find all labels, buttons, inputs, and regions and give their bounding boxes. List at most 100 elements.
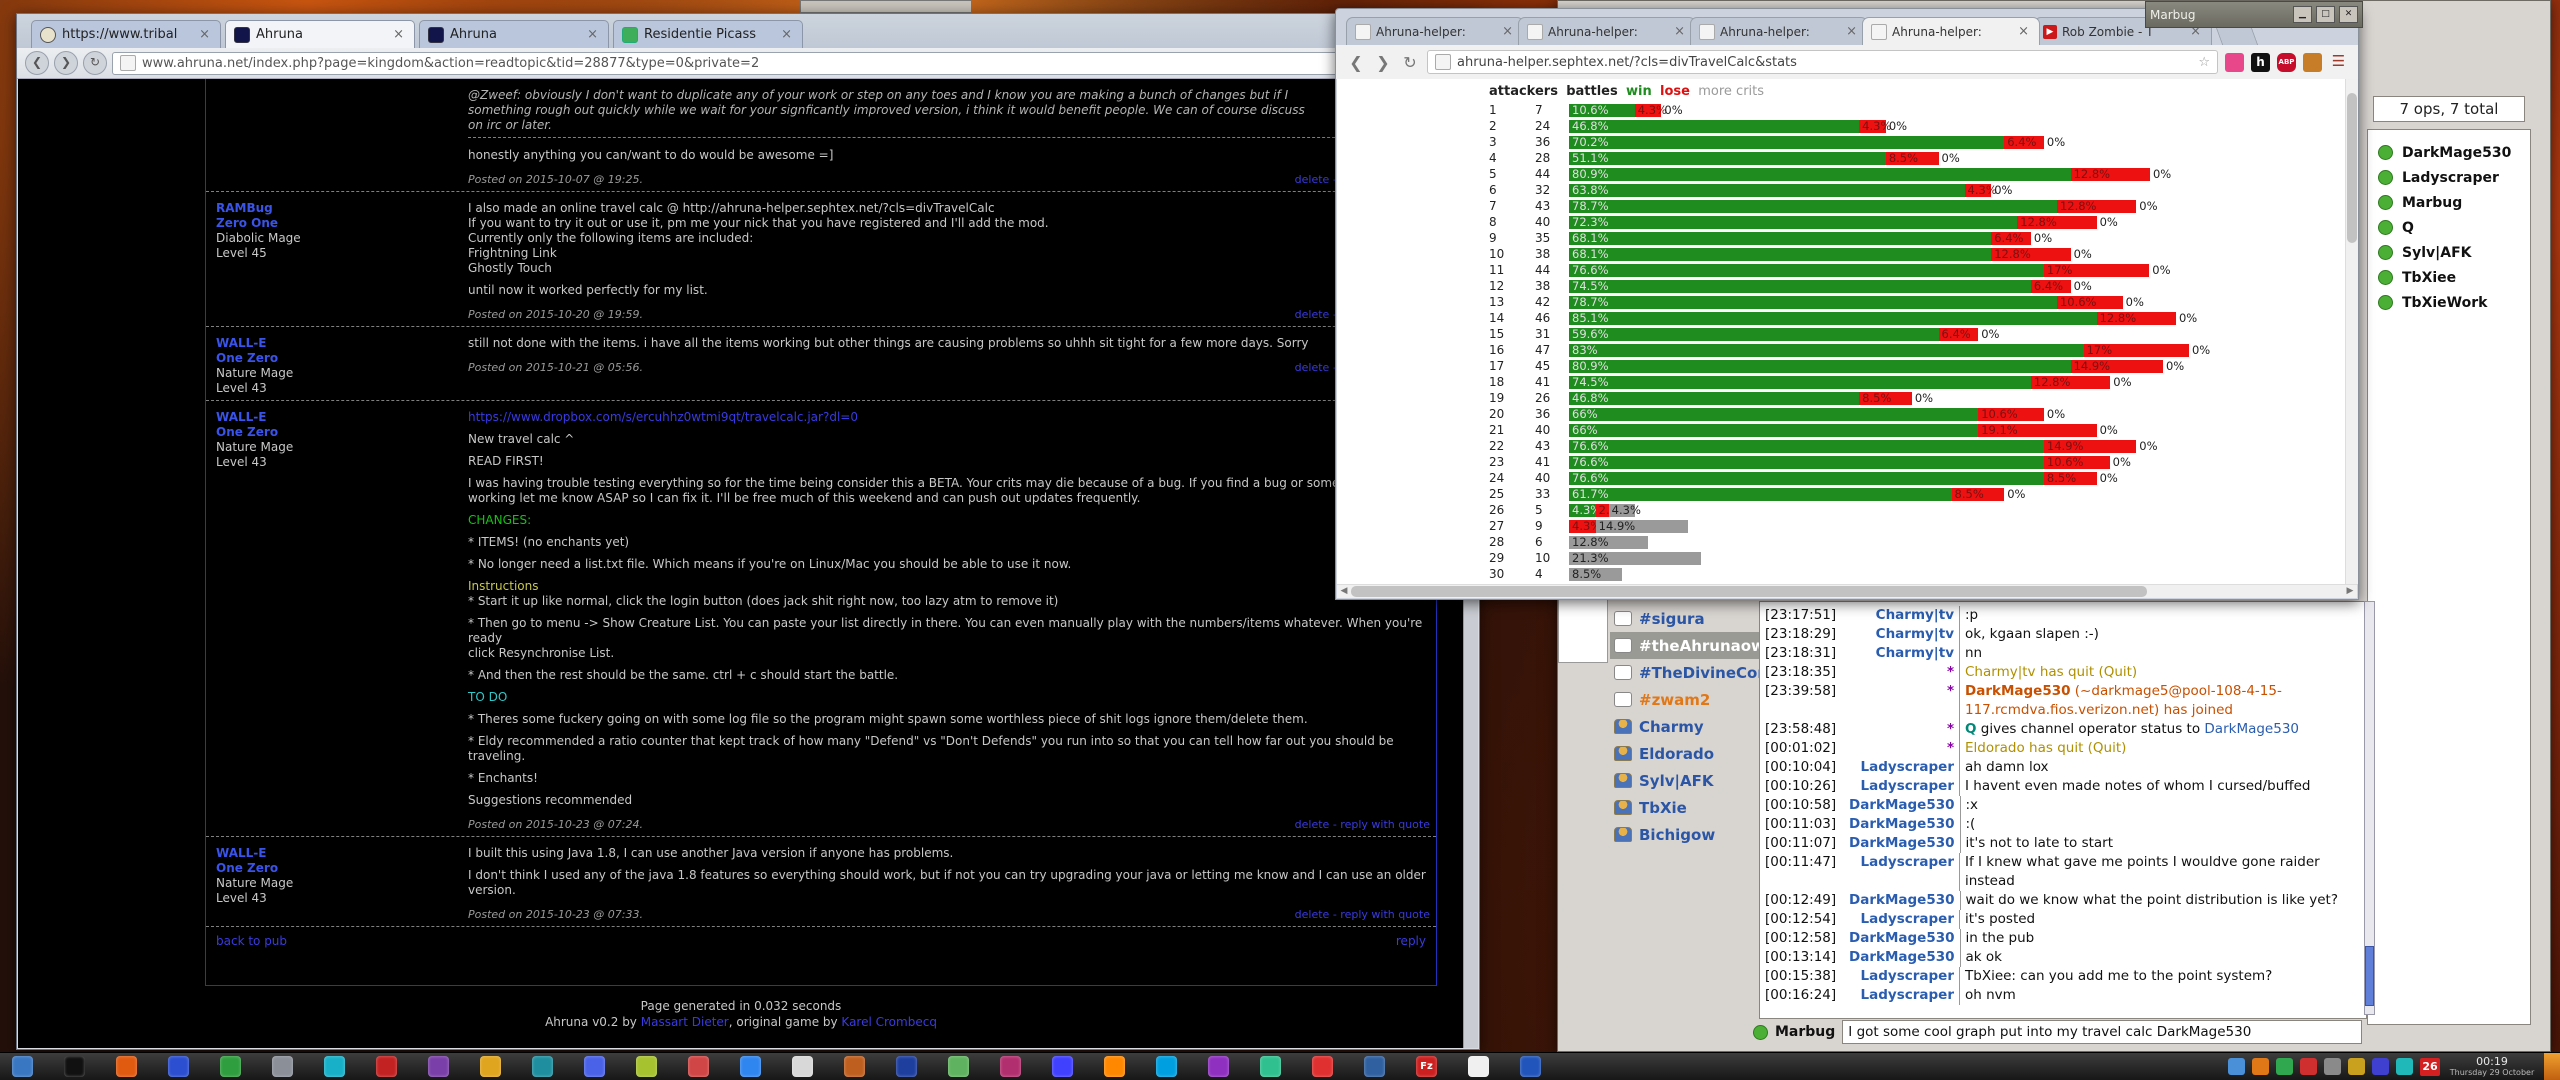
back-button[interactable]: ❮: [1346, 53, 1366, 72]
taskbar-icon[interactable]: [12, 1056, 33, 1077]
author-name[interactable]: WALL-E: [216, 336, 468, 351]
irc-message-input[interactable]: [1842, 1020, 2362, 1044]
taskbar-icon[interactable]: [116, 1056, 137, 1077]
credit-link[interactable]: Massart Dieter: [641, 1015, 729, 1029]
irc-user[interactable]: Ladyscraper: [2368, 165, 2530, 190]
taskbar-icon[interactable]: [1364, 1056, 1385, 1077]
browser-tab[interactable]: Ahruna-helper:×: [1690, 17, 1868, 45]
author-name[interactable]: RAMBug: [216, 201, 468, 216]
forward-button[interactable]: ❯: [1373, 53, 1393, 72]
irc-user[interactable]: DarkMage530: [2368, 140, 2530, 165]
systray-icon[interactable]: [2276, 1058, 2293, 1075]
reply-with-quote-link[interactable]: reply with quote: [1340, 908, 1430, 921]
address-bar[interactable]: www.ahruna.net/index.php?page=kingdom&ac…: [112, 52, 1471, 75]
browser-tab[interactable]: Ahruna×: [225, 20, 415, 48]
reply-link[interactable]: reply: [1396, 934, 1426, 948]
irc-user[interactable]: Q: [2368, 215, 2530, 240]
horizontal-scrollbar-thumb[interactable]: [1351, 586, 2147, 597]
reply-with-quote-link[interactable]: reply with quote: [1340, 818, 1430, 831]
extension-icon-h[interactable]: h: [2251, 53, 2270, 72]
taskbar-icon[interactable]: [584, 1056, 605, 1077]
irc-user[interactable]: TbXieWork: [2368, 290, 2530, 315]
browser-tab[interactable]: Ahruna-helper:×: [1862, 17, 2040, 45]
delete-link[interactable]: delete: [1295, 173, 1330, 186]
taskbar-clock[interactable]: 00:19 Thursday 29 October: [2444, 1056, 2540, 1077]
author-name[interactable]: WALL-E: [216, 410, 468, 425]
credit-link[interactable]: Karel Crombecq: [841, 1015, 937, 1029]
horizontal-scrollbar[interactable]: ◀ ▶: [1337, 584, 2357, 598]
show-desktop-corner[interactable]: [2544, 1053, 2560, 1080]
browser-tab[interactable]: Ahruna-helper:×: [1346, 17, 1524, 45]
taskbar-icon[interactable]: [896, 1056, 917, 1077]
tab-close-icon[interactable]: ×: [1672, 24, 1687, 39]
systray-icon[interactable]: [2396, 1058, 2413, 1075]
back-button[interactable]: ❮: [25, 51, 49, 75]
systray-icon[interactable]: [2252, 1058, 2269, 1075]
taskbar-icon[interactable]: [948, 1056, 969, 1077]
taskbar-icon[interactable]: [792, 1056, 813, 1077]
tab-close-icon[interactable]: ×: [585, 27, 600, 42]
page-scrollbar[interactable]: [2345, 79, 2358, 584]
delete-link[interactable]: delete: [1295, 908, 1330, 921]
address-bar[interactable]: ahruna-helper.sephtex.net/?cls=divTravel…: [1427, 50, 2218, 74]
bookmark-star-icon[interactable]: ☆: [2198, 55, 2210, 70]
taskbar-icon[interactable]: [428, 1056, 449, 1077]
taskbar-icon[interactable]: [168, 1056, 189, 1077]
url-text[interactable]: ahruna-helper.sephtex.net/?cls=divTravel…: [1457, 55, 1797, 70]
taskbar-icon[interactable]: [1156, 1056, 1177, 1077]
query-item[interactable]: TbXie: [1610, 794, 1760, 821]
taskbar-icon[interactable]: [1208, 1056, 1229, 1077]
browser-tab[interactable]: https://www.tribal×: [31, 20, 221, 48]
taskbar-icon[interactable]: [688, 1056, 709, 1077]
irc-user[interactable]: Marbug: [2368, 190, 2530, 215]
taskbar-icon[interactable]: [636, 1056, 657, 1077]
query-item[interactable]: Sylv|AFK: [1610, 767, 1760, 794]
scroll-left-arrow[interactable]: ◀: [1337, 585, 1351, 598]
query-item[interactable]: Bichigow: [1610, 821, 1760, 848]
url-text[interactable]: www.ahruna.net/index.php?page=kingdom&ac…: [142, 56, 759, 71]
reload-button[interactable]: ↻: [1400, 53, 1420, 72]
scroll-right-arrow[interactable]: ▶: [2343, 585, 2357, 598]
extension-icon-amazon[interactable]: [2303, 53, 2322, 72]
minimize-button[interactable]: ▁: [2293, 6, 2312, 23]
tab-close-icon[interactable]: ×: [1500, 24, 1515, 39]
tab-close-icon[interactable]: ×: [2016, 24, 2031, 39]
forward-button[interactable]: ❯: [54, 51, 78, 75]
extension-icon-adblock[interactable]: ABP: [2277, 53, 2296, 72]
systray-icon[interactable]: [2228, 1058, 2245, 1075]
query-item[interactable]: Eldorado: [1610, 740, 1760, 767]
browser-tab[interactable]: Residentie Picass×: [613, 20, 803, 48]
taskbar-icon[interactable]: [272, 1056, 293, 1077]
taskbar-icon[interactable]: [1104, 1056, 1125, 1077]
taskbar-icon[interactable]: [324, 1056, 345, 1077]
taskbar-icon[interactable]: [1312, 1056, 1333, 1077]
maximize-button[interactable]: □: [2316, 6, 2335, 23]
close-button[interactable]: ✕: [2339, 6, 2358, 23]
taskbar-icon[interactable]: Fz: [1416, 1056, 1437, 1077]
delete-link[interactable]: delete: [1295, 361, 1330, 374]
page-scrollbar-thumb[interactable]: [2347, 93, 2357, 243]
irc-user[interactable]: TbXiee: [2368, 265, 2530, 290]
systray-icon[interactable]: [2348, 1058, 2365, 1075]
channel-item[interactable]: #theAhrunaownage: [1610, 632, 1760, 659]
systray-icon[interactable]: [2300, 1058, 2317, 1075]
menu-icon[interactable]: ☰: [2329, 53, 2348, 72]
taskbar-icon[interactable]: [532, 1056, 553, 1077]
browser-tab[interactable]: Ahruna×: [419, 20, 609, 48]
irc-chat-scrollbar[interactable]: [2364, 601, 2375, 1015]
query-item[interactable]: Charmy: [1610, 713, 1760, 740]
taskbar-icon[interactable]: [1260, 1056, 1281, 1077]
systray-icon[interactable]: [2372, 1058, 2389, 1075]
taskbar-icon[interactable]: [1520, 1056, 1541, 1077]
taskbar-icon[interactable]: [1000, 1056, 1021, 1077]
reload-button[interactable]: ↻: [83, 51, 107, 75]
irc-chat-scrollbar-thumb[interactable]: [2365, 946, 2374, 1006]
taskbar-icon[interactable]: [376, 1056, 397, 1077]
taskbar-icon[interactable]: [64, 1056, 85, 1077]
author-name[interactable]: WALL-E: [216, 846, 468, 861]
taskbar-icon[interactable]: [220, 1056, 241, 1077]
delete-link[interactable]: delete: [1295, 308, 1330, 321]
taskbar-icon[interactable]: [740, 1056, 761, 1077]
systray-icon[interactable]: [2324, 1058, 2341, 1075]
extension-icon-hola[interactable]: [2225, 53, 2244, 72]
